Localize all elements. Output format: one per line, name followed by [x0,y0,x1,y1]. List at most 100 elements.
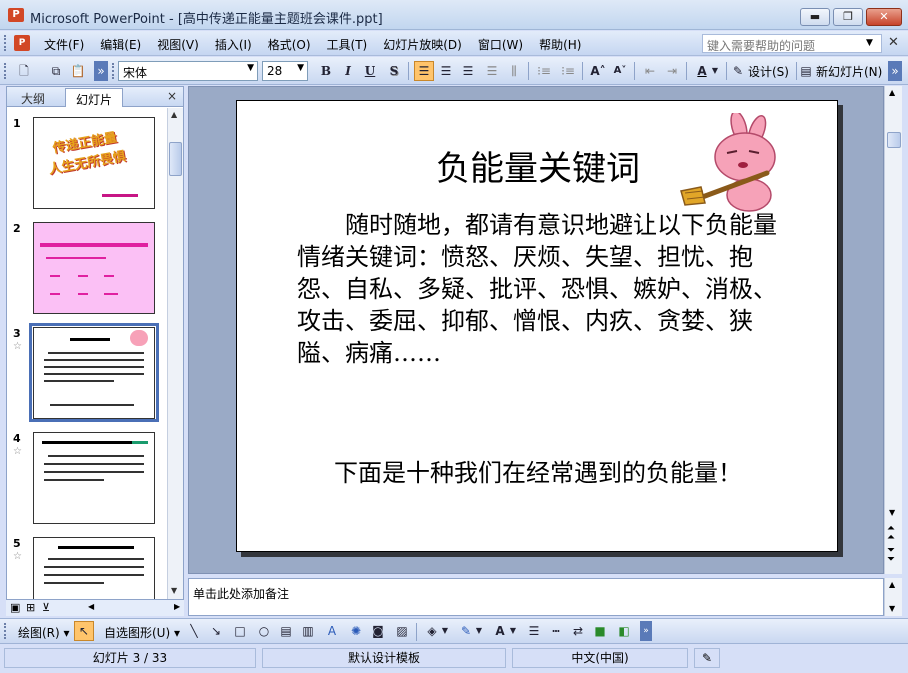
toolbar-grip-icon[interactable] [112,63,116,79]
align-center-icon[interactable]: ☰ [436,61,456,81]
chevron-down-icon[interactable]: ▼ [474,621,484,641]
slides-panel-scrollbar[interactable]: ▲ ▼ [167,108,183,599]
scroll-right-icon[interactable]: ▶ [174,602,180,611]
shadow-button[interactable]: S [384,61,404,81]
notes-pane[interactable]: 单击此处添加备注 [188,578,884,616]
chevron-down-icon[interactable]: ▼ [710,61,720,81]
new-slide-button[interactable]: 新幻灯片(N) [816,63,882,80]
line-color-icon[interactable]: ✎ [456,621,476,641]
rectangle-icon[interactable]: □ [230,621,250,641]
previous-slide-icon[interactable]: ⏶ ⏶ [887,524,895,543]
3d-style-icon[interactable]: ◧ [614,621,634,641]
wordart-icon[interactable]: A [322,621,342,641]
design-button[interactable]: 设计(S) [748,63,789,80]
document-close-button[interactable]: ✕ [888,35,899,50]
textbox-icon[interactable]: ▤ [276,621,296,641]
scroll-left-icon[interactable]: ◀ [88,602,94,611]
dash-style-icon[interactable]: ┅ [546,621,566,641]
line-icon[interactable]: ╲ [184,621,204,641]
toolbar-options-icon[interactable]: » [640,621,652,641]
arrow-icon[interactable]: ↘ [206,621,226,641]
next-slide-icon[interactable]: ⏷ ⏷ [887,546,895,565]
clipart-icon[interactable]: ◙ [368,621,388,641]
menu-insert[interactable]: 插入(I) [209,36,258,53]
bold-button[interactable]: B [316,61,336,81]
align-right-icon[interactable]: ☰ [458,61,478,81]
toolbar-grip-icon[interactable] [4,35,8,51]
slide-thumbnail-3[interactable]: 3 ☆ [11,323,161,422]
slide-thumbnail-4[interactable]: 4 ☆ [11,432,161,526]
spelling-icon[interactable]: ✎ [694,648,720,668]
toolbar-grip-icon[interactable] [4,63,8,79]
vertical-textbox-icon[interactable]: ▥ [298,621,318,641]
menu-tools[interactable]: 工具(T) [321,36,374,53]
numbered-list-icon[interactable]: ⁝≡ [534,61,554,81]
workspace-scrollbar[interactable]: ▲ ▼ ⏶ ⏶ ⏷ ⏷ [884,86,902,574]
font-select[interactable]: 宋体 ▼ [118,61,258,81]
scrollbar-thumb[interactable] [887,132,901,148]
decrease-indent-icon[interactable]: ⇤ [640,61,660,81]
minimize-button[interactable]: ▬ [800,8,830,26]
scroll-up-icon[interactable]: ▲ [889,580,895,589]
slide-thumbnail-1[interactable]: 1 传递正能量 人生无所畏惧 [11,117,161,211]
increase-indent-icon[interactable]: ⇥ [662,61,682,81]
align-left-icon[interactable]: ☰ [414,61,434,81]
notes-scrollbar[interactable]: ▲ ▼ [884,578,902,616]
chevron-down-icon[interactable]: ▼ [866,38,873,48]
slide-body-text[interactable]: 随时随地，都请有意识地避让以下负能量情绪关键词：愤怒、厌烦、失望、担忧、抱怨、自… [297,209,789,369]
menu-format[interactable]: 格式(O) [262,36,317,53]
draw-menu-button[interactable]: 绘图(R) ▾ [18,624,70,641]
increase-font-icon[interactable]: A˄ [588,61,608,81]
normal-view-icon[interactable]: ▣ [10,601,20,614]
line-style-icon[interactable]: ☰ [524,621,544,641]
new-document-icon[interactable]: 🗋 [14,61,34,81]
autoshapes-button[interactable]: 自选图形(U) ▾ [104,624,180,641]
diagram-icon[interactable]: ✺ [346,621,366,641]
font-color-icon[interactable]: A [692,61,712,81]
close-button[interactable]: ✕ [866,8,902,26]
picture-icon[interactable]: ▨ [392,621,412,641]
scroll-down-icon[interactable]: ▼ [889,508,895,517]
close-icon[interactable]: × [167,89,177,103]
justify-icon[interactable]: ☰ [482,61,502,81]
font-size-select[interactable]: 28 ▼ [262,61,308,81]
font-color-icon[interactable]: A [490,621,510,641]
copy-icon[interactable]: ⧉ [46,61,66,81]
chevron-down-icon[interactable]: ▼ [440,621,450,641]
paste-icon[interactable]: 📋 [68,61,88,81]
underline-button[interactable]: U [360,61,380,81]
decrease-font-icon[interactable]: A˅ [610,61,630,81]
distribute-icon[interactable]: ⫼ [504,61,524,81]
toolbar-options-icon[interactable]: » [888,61,902,81]
scroll-up-icon[interactable]: ▲ [171,110,177,119]
design-template-status[interactable]: 默认设计模板 [262,648,506,668]
slide-thumbnail-5[interactable]: 5 ☆ [11,537,161,599]
fill-color-icon[interactable]: ◈ [422,621,442,641]
menu-help[interactable]: 帮助(H) [533,36,587,53]
menu-file[interactable]: 文件(F) [38,36,90,53]
scroll-down-icon[interactable]: ▼ [889,604,895,613]
slide-thumbnail-2[interactable]: 2 [11,222,161,316]
arrow-style-icon[interactable]: ⇄ [568,621,588,641]
menu-view[interactable]: 视图(V) [151,36,205,53]
chevron-down-icon[interactable]: ▼ [508,621,518,641]
menu-window[interactable]: 窗口(W) [472,36,529,53]
slide-sorter-icon[interactable]: ⊞ [26,601,35,614]
slide-footer-text[interactable]: 下面是十种我们在经常遇到的负能量！ [237,453,839,488]
menu-edit[interactable]: 编辑(E) [94,36,147,53]
select-pointer-icon[interactable]: ↖ [74,621,94,641]
toolbar-grip-icon[interactable] [4,623,8,639]
bullet-list-icon[interactable]: ⁝≡ [558,61,578,81]
italic-button[interactable]: I [338,61,358,81]
toolbar-options-icon[interactable]: » [94,61,108,81]
menu-slideshow[interactable]: 幻灯片放映(D) [377,36,468,53]
scroll-down-icon[interactable]: ▼ [171,586,177,595]
shadow-style-icon[interactable]: ■ [590,621,610,641]
tab-outline[interactable]: 大纲 [11,88,55,107]
scrollbar-thumb[interactable] [169,142,182,176]
slide-canvas[interactable]: 负能量关键词 随时随地，都请有意识地避让以下负能量情绪关键词：愤怒、厌烦、失望、… [236,100,838,552]
restore-button[interactable]: ❐ [833,8,863,26]
document-icon[interactable]: P [14,35,30,51]
tab-slides[interactable]: 幻灯片 [65,88,124,107]
slideshow-icon[interactable]: ⊻ [42,601,50,614]
